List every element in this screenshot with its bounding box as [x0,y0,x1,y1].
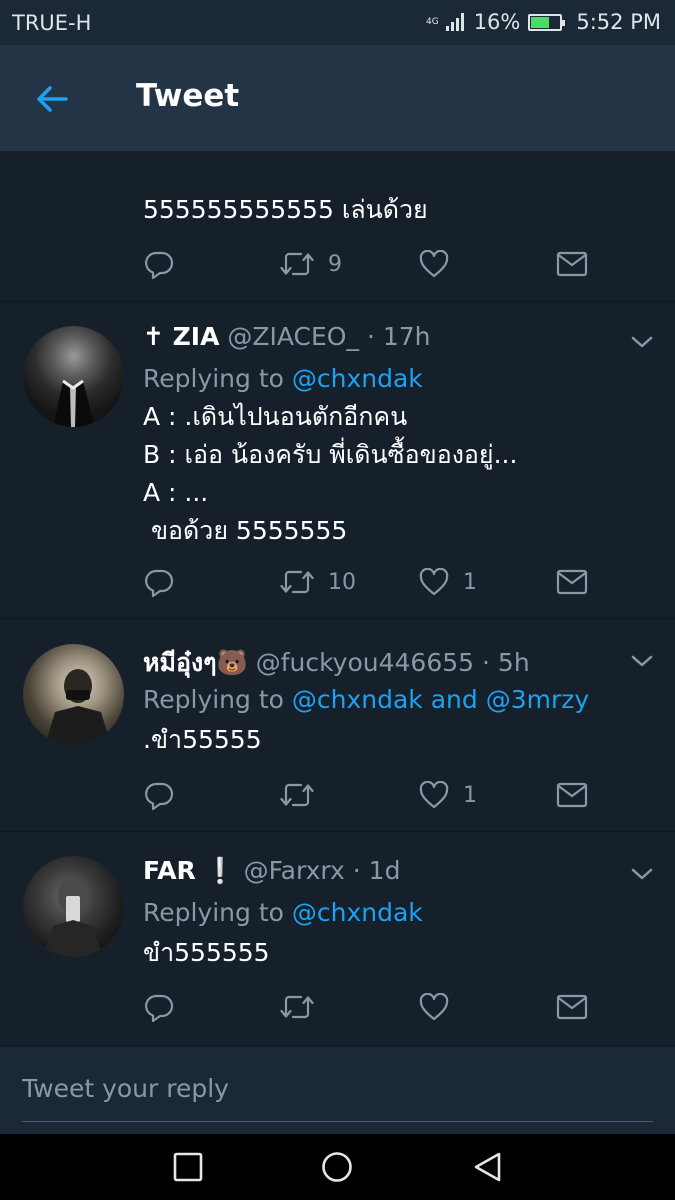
replying-label: Replying to [143,364,292,393]
retweet-icon [280,570,314,594]
tweet-text: A : .เดินไปนอนตักอีกคน B : เอ่อ น้องครับ… [143,402,518,545]
timestamp: · 17h [366,322,431,351]
envelope-icon [556,994,588,1020]
display-name[interactable]: FAR ❕ [143,856,236,885]
reply-icon [145,782,174,810]
back-arrow-icon[interactable] [32,79,72,119]
tweet-text: ขำ555555 [143,938,270,967]
heart-icon [419,781,449,809]
user-handle[interactable]: @Farxrx [244,856,345,885]
like-count: 1 [463,782,477,808]
message-button[interactable] [556,247,588,281]
signal-icon [445,13,464,31]
timestamp: · 5h [482,648,530,677]
replying-to-link[interactable]: @chxndak [292,898,423,927]
replying-to: Replying to @chxndak and @3mrzy [143,685,589,714]
like-count: 1 [463,569,477,595]
reply-button[interactable] [144,778,174,812]
tweet-item[interactable]: FAR ❕ @Farxrx · 1d Replying to @chxndak … [0,832,675,1046]
message-button[interactable] [556,565,588,599]
message-button[interactable] [556,990,588,1024]
reply-icon [145,994,174,1022]
heart-icon [419,250,449,278]
replying-to: Replying to @chxndak [143,898,423,927]
retweet-icon [280,783,314,807]
user-handle[interactable]: @ZIACEO_ [227,322,359,351]
like-button[interactable] [419,990,463,1024]
tweet-actions: 10 1 [0,565,675,599]
tweet-item[interactable]: 555555555555 เล่นด้วย 9 [0,151,675,302]
replying-to-link[interactable]: @chxndak [292,364,423,393]
reply-button[interactable] [144,247,174,281]
tweet-actions: 1 [0,778,675,812]
display-name[interactable]: ✝ ZIA [143,322,219,351]
retweet-icon [280,995,314,1019]
tweet-header: ✝ ZIA @ZIACEO_ · 17h [143,322,431,351]
tweet-item[interactable]: หมีอุ๋งๆ🐻 @fuckyou446655 · 5h Replying t… [0,619,675,832]
carrier-label: TRUE-H [12,11,92,35]
network-type-label: 4G [425,16,439,27]
message-button[interactable] [556,778,588,812]
avatar[interactable] [23,326,124,427]
status-icons: 4G 16% 5:52 PM [426,10,661,34]
battery-icon [528,13,566,31]
envelope-icon [556,251,588,277]
display-name[interactable]: หมีอุ๋งๆ🐻 [143,648,248,677]
retweet-icon [280,252,314,276]
tweet-item[interactable]: ✝ ZIA @ZIACEO_ · 17h Replying to @chxnda… [0,302,675,619]
timestamp: · 1d [352,856,401,885]
like-button[interactable]: 1 [419,778,477,812]
reply-input-underline [22,1121,653,1122]
heart-icon [419,568,449,596]
user-handle[interactable]: @fuckyou446655 [256,648,474,677]
replying-to-link[interactable]: @chxndak and @3mrzy [292,685,589,714]
recents-square-icon[interactable] [172,1151,204,1183]
retweet-button[interactable] [280,778,328,812]
chevron-down-icon[interactable] [630,653,654,669]
reply-button[interactable] [144,990,174,1024]
heart-icon [419,993,449,1021]
envelope-icon [556,782,588,808]
like-button[interactable] [419,247,463,281]
retweet-count: 9 [328,251,342,277]
tweet-header: หมีอุ๋งๆ🐻 @fuckyou446655 · 5h [143,643,530,683]
tweet-actions: 9 [0,247,675,281]
reply-button[interactable] [144,565,174,599]
avatar[interactable] [23,856,124,957]
like-button[interactable]: 1 [419,565,477,599]
retweet-button[interactable]: 9 [280,247,342,281]
reply-composer [0,1047,675,1134]
reply-icon [145,251,174,279]
home-circle-icon[interactable] [321,1151,353,1183]
back-triangle-icon[interactable] [472,1151,504,1183]
app-header: Tweet [0,45,675,151]
tweet-header: FAR ❕ @Farxrx · 1d [143,856,400,886]
reply-input[interactable] [22,1074,652,1103]
avatar[interactable] [23,644,124,745]
retweet-button[interactable] [280,990,328,1024]
envelope-icon [556,569,588,595]
replying-label: Replying to [143,685,292,714]
clock: 5:52 PM [576,10,661,34]
status-bar: TRUE-H 4G 16% 5:52 PM [0,0,675,45]
replying-label: Replying to [143,898,292,927]
replying-to: Replying to @chxndak [143,364,423,393]
page-title: Tweet [136,78,240,114]
retweet-button[interactable]: 10 [280,565,356,599]
retweet-count: 10 [328,569,356,595]
chevron-down-icon[interactable] [630,866,654,882]
system-nav-bar [0,1134,675,1200]
tweet-text: .ขำ55555 [143,725,262,754]
tweet-actions [0,990,675,1024]
tweet-text: 555555555555 เล่นด้วย [143,195,428,224]
reply-icon [145,569,174,597]
chevron-down-icon[interactable] [630,334,654,350]
battery-percent: 16% [473,10,521,34]
